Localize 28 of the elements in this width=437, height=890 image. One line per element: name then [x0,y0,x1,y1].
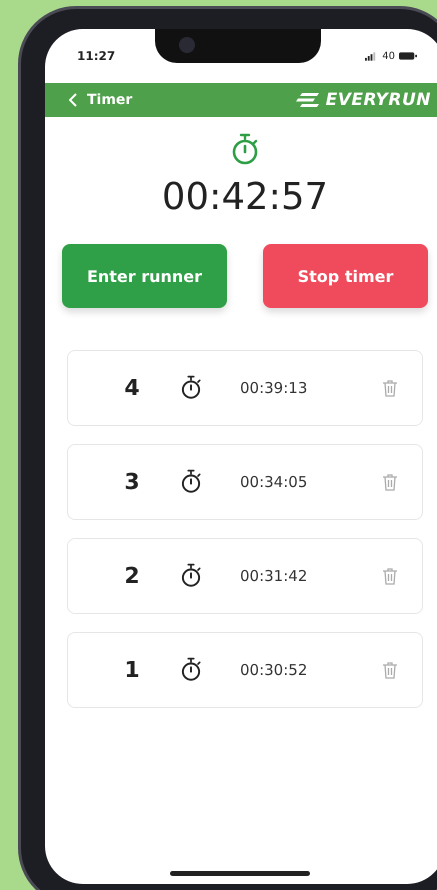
runner-number: 2 [123,564,141,588]
trash-icon[interactable] [382,379,398,397]
elapsed-time: 00:42:57 [162,175,328,218]
stop-timer-button[interactable]: Stop timer [263,244,428,308]
runner-number: 3 [123,470,141,494]
runner-number: 1 [123,658,141,682]
battery-icon [399,51,417,61]
back-button[interactable]: Timer [69,92,132,108]
brand-name: EVERYRUN [326,90,431,110]
runner-number: 4 [123,376,141,400]
stopwatch-icon [180,375,202,401]
lap-time: 00:31:42 [240,567,308,585]
enter-runner-button[interactable]: Enter runner [62,244,227,308]
trash-icon[interactable] [382,567,398,585]
lap-time: 00:39:13 [240,379,308,397]
trash-icon[interactable] [382,473,398,491]
stopwatch-icon [180,469,202,495]
stopwatch-icon [180,563,202,589]
stopwatch-icon [230,133,260,167]
camera-icon [179,37,195,53]
logo-icon [296,92,320,108]
trash-icon[interactable] [382,661,398,679]
back-chevron-icon [69,93,77,107]
stopwatch-icon [180,657,202,683]
status-time: 11:27 [77,49,116,63]
battery-level: 40 [382,50,395,62]
lap-time: 00:30:52 [240,661,308,679]
lap-time: 00:34:05 [240,473,308,491]
